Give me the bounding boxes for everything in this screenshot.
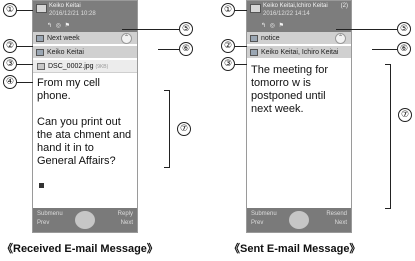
attachment-file[interactable]: DSC_0002.jpg (9KB) [48,60,108,74]
next-label: Next [120,220,133,226]
callout-leader [235,46,247,47]
mail-header: Keiko Keitai,Ichiro Keitai (2) 2016/12/2… [247,1,351,32]
callout-6: ⑥ [397,42,411,56]
mail-status-icon [250,4,261,13]
submenu-label: Submenu [37,211,63,217]
attachment-icon [37,63,45,70]
reply-label: Reply [117,211,133,217]
recipient-row[interactable]: Keiko Keitai [33,46,137,59]
mail-body: The meeting for tomorro w is postponed u… [251,64,348,116]
received-mail-screen: Keiko Keitai 2016/12/21 10:28 ↰ ◎ ⚑ Next… [32,0,138,233]
subject-row[interactable]: Next week ⌃ [33,32,137,45]
callout-5: ⑤ [179,22,193,36]
home-button[interactable] [289,211,309,229]
prev-label: Prev [37,220,50,226]
body-text: The meeting for tomorro w is postponed u… [251,64,329,115]
text-cursor [39,183,44,188]
mail-header: Keiko Keitai 2016/12/21 10:28 ↰ ◎ ⚑ [33,1,137,32]
callout-7: ⑦ [177,122,191,136]
callout-3: ③ [3,57,17,71]
callout-3: ③ [221,57,235,71]
callout-4: ④ [3,75,17,89]
callout-leader [17,46,33,47]
subject-icon [36,35,44,42]
callout-2: ② [3,39,17,53]
callout-leader [17,10,33,11]
recipient-icon [250,49,258,56]
resend-label: Resend [326,211,347,217]
callout-1: ① [3,3,17,17]
attachment-name: DSC_0002.jpg [48,63,94,70]
recipient-icon [36,49,44,56]
callout-leader [235,64,247,65]
softkey-right[interactable]: Reply Next [118,210,133,228]
home-button[interactable] [75,211,95,229]
callout-7: ⑦ [398,108,412,122]
collapse-header-button[interactable]: ⌃ [121,33,132,44]
callout-leader [235,10,247,11]
softkey-right[interactable]: Resend Next [326,210,347,228]
callout-leader [17,64,33,65]
sent-mail-screen: Keiko Keitai,Ichiro Keitai (2) 2016/12/2… [246,0,352,233]
callout-leader [122,29,179,30]
softkey-left[interactable]: Submenu Prev [251,210,277,228]
recipient-row[interactable]: Keiko Keitai, Ichiro Keitai [247,46,351,59]
submenu-label: Submenu [251,211,277,217]
mail-status-icon [36,4,47,13]
attachment-size: (9KB) [95,64,109,70]
recipient-text: Keiko Keitai, Ichiro Keitai [261,49,339,56]
callout-2: ② [221,39,235,53]
callout-1: ① [221,3,235,17]
received-date: 2016/12/21 10:28 [49,11,96,17]
recipient-text: Keiko Keitai [47,49,84,56]
subject-row[interactable]: notice ⌃ [247,32,351,45]
prev-label: Prev [251,220,264,226]
sent-date: 2016/12/22 14:14 [263,11,310,17]
subject-text: Next week [47,35,80,42]
sender-name: Keiko Keitai,Ichiro Keitai [263,3,328,9]
subject-icon [250,35,258,42]
body-line-2: Can you print out the ata chment and han… [37,116,132,167]
body-line-1: From my cell phone. [37,77,100,102]
bottom-softkeys: Submenu Prev Reply Next [33,208,137,232]
callout-leader [17,82,33,83]
mail-body: From my cell phone. Can you print out th… [37,77,134,168]
caption-received: 《Received E-mail Message》 [2,243,158,255]
subject-text: notice [261,35,280,42]
sender-name: Keiko Keitai [49,3,81,9]
bottom-softkeys: Submenu Prev Resend Next [247,208,351,232]
recipient-count: (2) [340,3,348,9]
collapse-header-button[interactable]: ⌃ [335,33,346,44]
callout-leader [158,49,179,50]
callout-5: ⑤ [397,22,411,36]
status-icons: ↰ ◎ ⚑ [261,23,285,29]
attachment-row[interactable]: DSC_0002.jpg (9KB) [33,60,137,73]
callout-leader [336,29,397,30]
next-label: Next [334,220,347,226]
body-bracket [385,64,391,209]
caption-sent: 《Sent E-mail Message》 [229,243,361,255]
status-icons: ↰ ◎ ⚑ [47,23,71,29]
softkey-left[interactable]: Submenu Prev [37,210,63,228]
callout-leader [372,49,397,50]
body-bracket [164,90,170,168]
callout-6: ⑥ [179,42,193,56]
